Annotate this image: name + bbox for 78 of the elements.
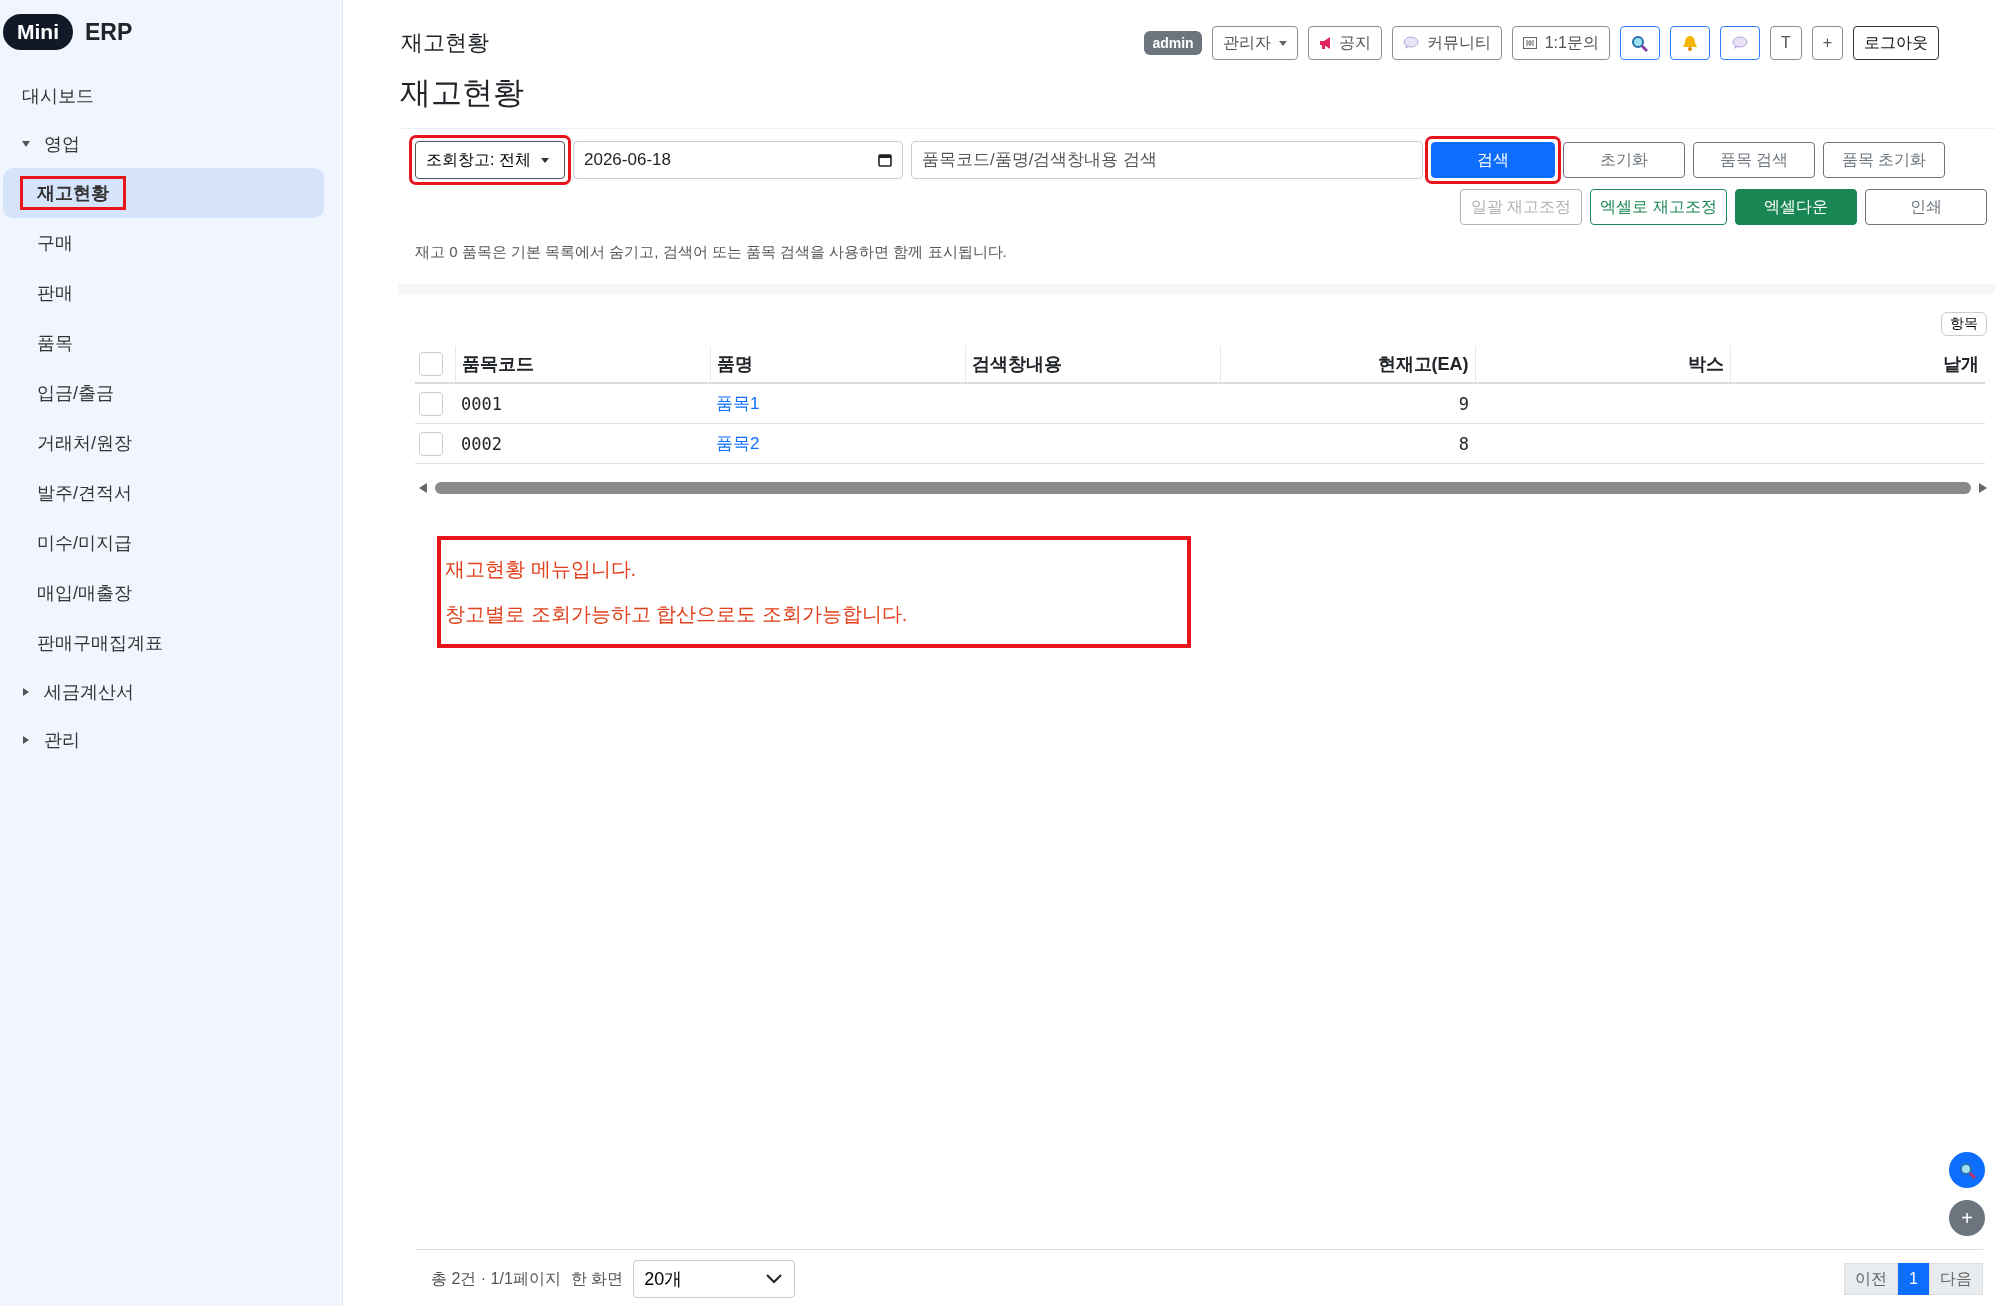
role-dropdown[interactable]: 관리자 bbox=[1211, 26, 1298, 60]
filter-button[interactable]: 초기화 bbox=[1563, 142, 1685, 178]
sidebar-item[interactable]: 거래처/원장 bbox=[3, 418, 324, 468]
column-header[interactable]: 박스 bbox=[1475, 346, 1730, 383]
checkbox[interactable] bbox=[419, 391, 443, 416]
filter-button[interactable]: 품목 검색 bbox=[1693, 142, 1815, 178]
warehouse-dropdown[interactable]: 조회창고: 전체 bbox=[415, 141, 565, 179]
table-cell: 0002 bbox=[461, 433, 502, 454]
table-cell: 0001 bbox=[461, 393, 502, 414]
page-size-label: 한 화면 bbox=[570, 1268, 624, 1289]
community-button[interactable]: 커뮤니티 bbox=[1391, 26, 1502, 60]
toolbar-button[interactable]: + bbox=[1811, 26, 1843, 60]
search-icon bbox=[1958, 1161, 1976, 1179]
logo-text: ERP bbox=[85, 18, 133, 46]
table-cell: 8 bbox=[1458, 433, 1469, 454]
search-icon bbox=[1631, 34, 1649, 52]
sidebar-item[interactable]: 발주/견적서 bbox=[3, 468, 324, 518]
info-note: 재고 0 품목은 기본 목록에서 숨기고, 검색어 또는 품목 검색을 사용하면 함께 표시됩니다. bbox=[415, 242, 1008, 262]
annotation-text: 재고현황 메뉴입니다. bbox=[445, 557, 638, 582]
column-header[interactable]: 검색창내용 bbox=[965, 346, 1220, 383]
chevron-down-icon bbox=[766, 1274, 783, 1284]
messages-button[interactable] bbox=[1719, 26, 1760, 60]
sidebar-item[interactable]: 판매구매집계표 bbox=[3, 618, 324, 668]
filter-button[interactable]: 검색 bbox=[1431, 142, 1555, 178]
scrollbar-thumb[interactable] bbox=[435, 482, 1971, 494]
action-button[interactable]: 인쇄 bbox=[1865, 189, 1987, 225]
notifications-button[interactable] bbox=[1669, 26, 1710, 60]
action-button[interactable]: 엑셀다운 bbox=[1735, 189, 1857, 225]
item-name-link[interactable]: 품목2 bbox=[716, 434, 760, 453]
caret-icon bbox=[540, 157, 549, 163]
date-field[interactable]: 2026-06-18 bbox=[573, 141, 903, 179]
sidebar-item[interactable]: 입금/출금 bbox=[3, 368, 324, 418]
action-button[interactable]: 엑셀로 재고조정 bbox=[1590, 189, 1727, 225]
sidebar-item[interactable]: 판매 bbox=[3, 268, 324, 318]
annotation-text: 창고별로 조회가능하고 합산으로도 조회가능합니다. bbox=[445, 602, 909, 627]
page-button[interactable]: 1 bbox=[1898, 1263, 1929, 1295]
megaphone-icon bbox=[1318, 36, 1331, 50]
notice-button[interactable]: 공지 bbox=[1307, 26, 1382, 60]
speech-bubble-icon bbox=[1731, 36, 1748, 50]
column-header[interactable]: 품목코드 bbox=[455, 346, 710, 383]
next-page-button[interactable]: 다음 bbox=[1929, 1263, 1983, 1295]
prev-page-button[interactable]: 이전 bbox=[1844, 1263, 1899, 1295]
logo-badge: Mini bbox=[3, 14, 73, 50]
sidebar-item[interactable]: 품목 bbox=[3, 318, 324, 368]
scroll-left-icon bbox=[419, 483, 427, 493]
column-header[interactable]: 낱개 bbox=[1730, 346, 1985, 383]
page-size-dropdown[interactable]: 20개 bbox=[633, 1260, 796, 1298]
logout-button[interactable]: 로그아웃 bbox=[1853, 26, 1939, 60]
scroll-right-icon bbox=[1979, 483, 1987, 493]
speech-bubble-icon bbox=[1402, 36, 1419, 50]
caret-icon bbox=[1278, 40, 1287, 46]
bell-icon bbox=[1681, 35, 1698, 51]
column-header[interactable]: 품명 bbox=[710, 346, 965, 383]
checkbox[interactable] bbox=[419, 352, 443, 376]
columns-button[interactable]: 항목 bbox=[1941, 312, 1987, 336]
sidebar-group-label[interactable]: 세금계산서 bbox=[44, 680, 134, 704]
sidebar-item[interactable]: 미수/미지급 bbox=[3, 518, 324, 568]
sidebar-item[interactable]: 대시보드 bbox=[0, 72, 342, 120]
sos-sign-icon bbox=[1522, 36, 1537, 50]
sidebar-item[interactable]: 매입/매출장 bbox=[3, 568, 324, 618]
table-cell: 9 bbox=[1458, 393, 1469, 414]
calendar-icon bbox=[878, 153, 892, 167]
page-title: 재고현황 bbox=[399, 74, 525, 112]
sidebar-item[interactable]: 재고현황 bbox=[3, 168, 324, 218]
search-button[interactable] bbox=[1619, 26, 1660, 60]
sidebar-group-label[interactable]: 영업 bbox=[44, 132, 80, 156]
sidebar-item[interactable]: 구매 bbox=[3, 218, 324, 268]
search-field[interactable]: 품목코드/품명/검색창내용 검색 bbox=[911, 141, 1423, 179]
header-title: 재고현황 bbox=[400, 29, 490, 57]
toolbar-button[interactable]: T bbox=[1769, 26, 1802, 60]
filter-button[interactable]: 품목 초기화 bbox=[1823, 142, 1945, 178]
inquiry-button[interactable]: 1:1문의 bbox=[1511, 26, 1610, 60]
checkbox[interactable] bbox=[419, 431, 443, 456]
result-summary: 총 2건 · 1/1페이지 bbox=[431, 1268, 561, 1289]
user-badge: admin bbox=[1144, 31, 1202, 55]
item-name-link[interactable]: 품목1 bbox=[716, 394, 760, 413]
sidebar-group-label[interactable]: 관리 bbox=[44, 728, 80, 752]
column-header[interactable]: 현재고(EA) bbox=[1220, 346, 1475, 383]
